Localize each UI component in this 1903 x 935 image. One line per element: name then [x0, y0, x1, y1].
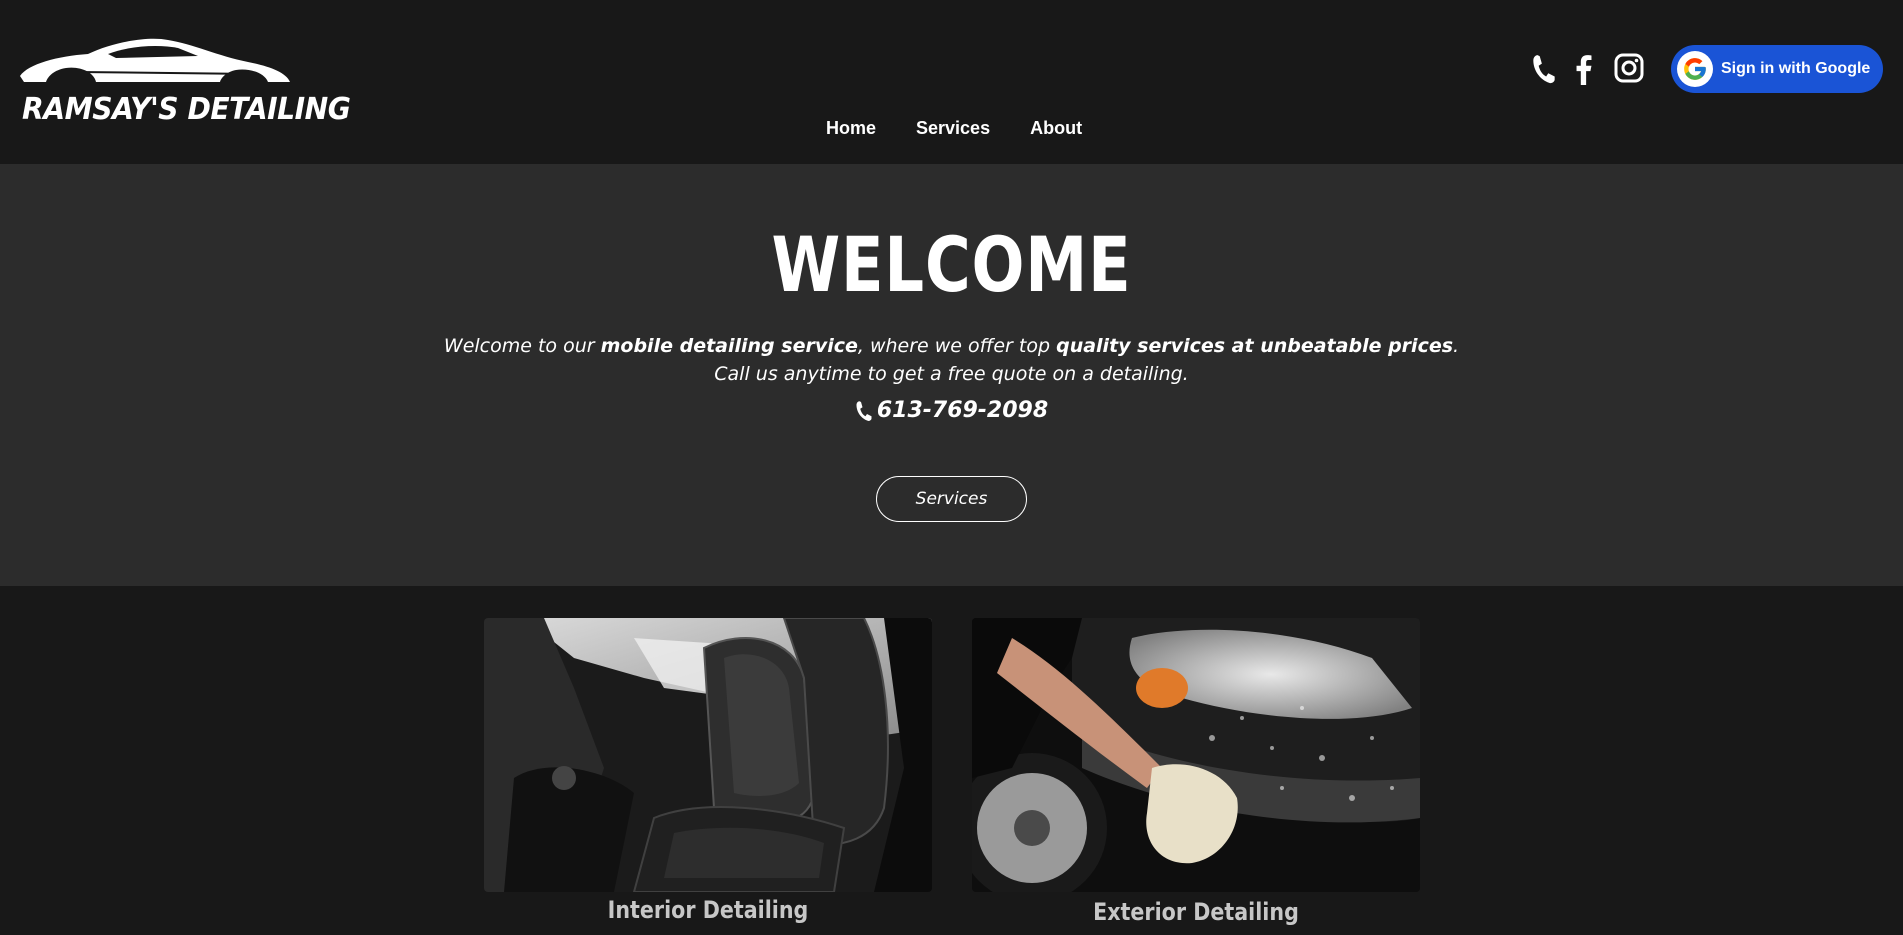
hero-text-1: Welcome to our: [443, 335, 601, 357]
hero-text-bold-1: mobile detailing service: [600, 335, 858, 357]
instagram-icon[interactable]: [1614, 53, 1644, 83]
car-exterior-washing-photo: [972, 618, 1420, 892]
sign-in-with-google-button[interactable]: Sign in with Google: [1671, 45, 1883, 93]
nav-item-services[interactable]: Services: [896, 118, 1010, 139]
hero-phone-number[interactable]: 613-769-2098: [0, 398, 1903, 423]
site-header: RAMSAY'S DETAILING Home Services About S…: [0, 0, 1903, 164]
car-silhouette-icon: [20, 38, 290, 82]
service-card-label: Interior Detailing: [607, 896, 809, 924]
hero-section: WELCOME Welcome to our mobile detailing …: [0, 164, 1903, 586]
phone-number-text: 613-769-2098: [876, 398, 1049, 423]
service-card-exterior[interactable]: Exterior Detailing: [972, 618, 1420, 926]
phone-icon: [856, 400, 872, 421]
hero-text-2: , where we offer top: [857, 335, 1057, 357]
services-button[interactable]: Services: [876, 476, 1027, 522]
brand-name: RAMSAY'S DETAILING: [22, 92, 351, 127]
nav-item-about[interactable]: About: [1010, 118, 1102, 139]
facebook-icon[interactable]: [1574, 53, 1594, 85]
hero-text-3: .: [1453, 335, 1460, 357]
google-icon: [1677, 51, 1713, 87]
hero-title: WELCOME: [771, 220, 1132, 309]
brand-logo[interactable]: RAMSAY'S DETAILING: [18, 34, 351, 134]
hero-text-line-2: Call us anytime to get a free quote on a…: [714, 363, 1189, 385]
service-card-interior[interactable]: Interior Detailing: [484, 618, 932, 924]
main-nav: Home Services About: [806, 118, 1102, 139]
phone-icon[interactable]: [1531, 53, 1557, 85]
hero-text-bold-2: quality services at unbeatable prices: [1056, 335, 1454, 357]
google-button-label: Sign in with Google: [1721, 60, 1871, 77]
car-interior-seats-photo: [484, 618, 932, 892]
nav-item-home[interactable]: Home: [806, 118, 896, 139]
hero-description: Welcome to our mobile detailing service,…: [0, 332, 1903, 388]
service-card-label: Exterior Detailing: [1093, 898, 1299, 926]
